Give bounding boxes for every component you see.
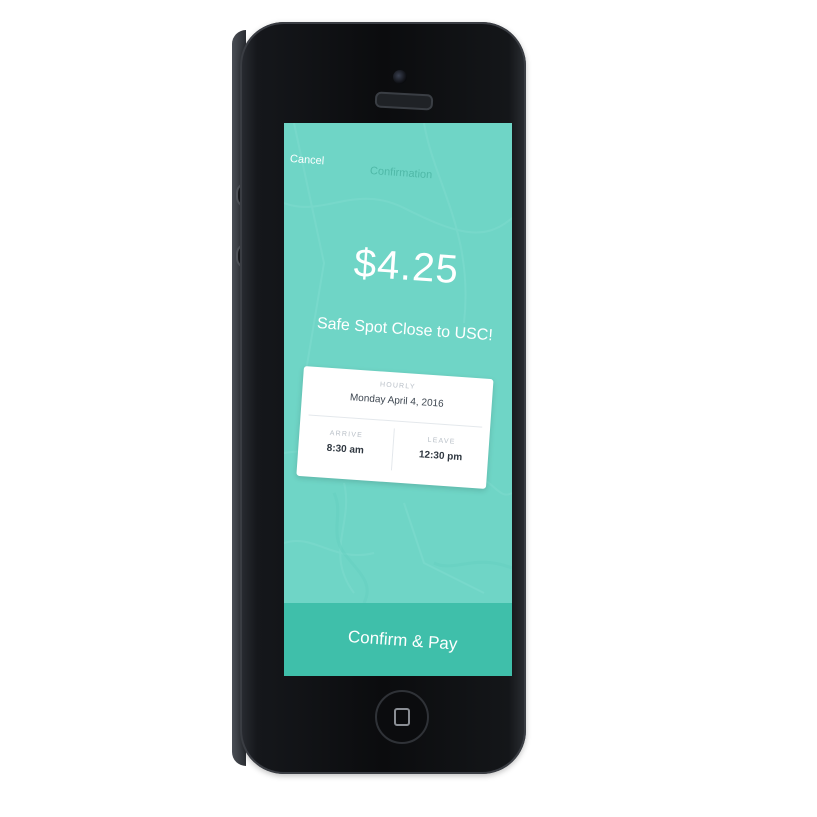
leave-time: 12:30 pm xyxy=(418,449,463,464)
cancel-button[interactable]: Cancel xyxy=(290,153,325,167)
confirm-pay-button[interactable]: Confirm & Pay xyxy=(284,603,512,676)
front-camera xyxy=(393,70,407,84)
stage: Cancel Confirmation $4.25 Safe Spot Clos… xyxy=(0,0,817,817)
map-background xyxy=(284,123,512,603)
confirm-pay-label: Confirm & Pay xyxy=(347,627,459,654)
booking-details-card: HOURLY Monday April 4, 2016 ARRIVE 8:30 … xyxy=(296,366,494,489)
price-amount: $4.25 xyxy=(352,241,461,293)
home-button xyxy=(375,690,429,744)
page-title: Confirmation xyxy=(369,165,433,182)
phone-screen: Cancel Confirmation $4.25 Safe Spot Clos… xyxy=(284,123,512,676)
nav-bar: Cancel Confirmation xyxy=(284,123,512,193)
arrive-label: ARRIVE xyxy=(329,429,364,440)
home-square-icon xyxy=(394,708,410,726)
earpiece-speaker xyxy=(374,91,434,111)
arrive-time: 8:30 am xyxy=(326,442,365,457)
leave-label: LEAVE xyxy=(427,436,456,446)
card-divider xyxy=(308,414,483,428)
